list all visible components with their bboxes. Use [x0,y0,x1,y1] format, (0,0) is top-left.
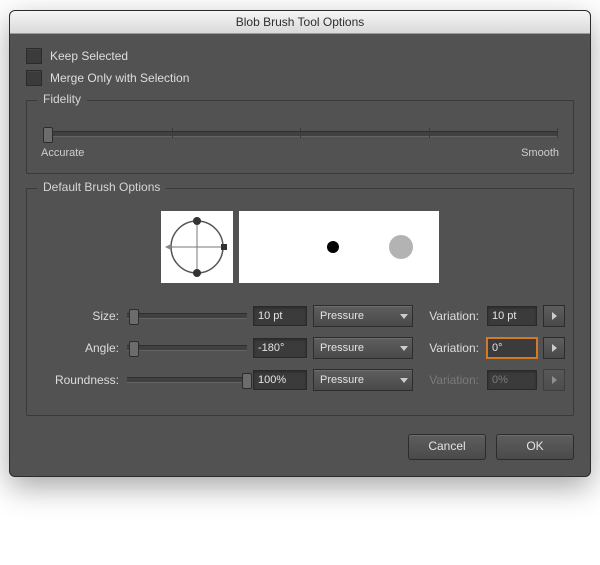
chevron-down-icon [400,378,408,383]
keep-selected-row: Keep Selected [26,48,574,64]
keep-selected-label: Keep Selected [50,49,128,63]
angle-variation-stepper[interactable] [543,337,565,359]
keep-selected-checkbox[interactable] [26,48,42,64]
dialog-content: Keep Selected Merge Only with Selection … [10,34,590,476]
roundness-variation-input: 0% [487,370,537,390]
angle-preview-graphic [165,215,229,279]
angle-control-value: Pressure [320,342,364,354]
roundness-variation-stepper [543,369,565,391]
fidelity-right-label: Smooth [521,147,559,159]
size-slider-thumb[interactable] [129,309,139,325]
fidelity-title: Fidelity [37,92,87,106]
shape-preview [239,211,439,283]
angle-variation-input[interactable]: 0° [487,338,537,358]
dialog-window: Blob Brush Tool Options Keep Selected Me… [9,10,591,477]
chevron-right-icon [552,376,557,384]
merge-only-label: Merge Only with Selection [50,71,189,85]
roundness-control-value: Pressure [320,374,364,386]
fidelity-thumb[interactable] [43,127,53,143]
angle-slider[interactable] [127,345,247,351]
roundness-control-dropdown[interactable]: Pressure [313,369,413,391]
roundness-label: Roundness: [41,373,121,387]
size-input[interactable]: 10 pt [253,306,307,326]
angle-slider-thumb[interactable] [129,341,139,357]
angle-label: Angle: [41,341,121,355]
merge-only-checkbox[interactable] [26,70,42,86]
title-bar: Blob Brush Tool Options [10,11,590,34]
brush-options-group: Default Brush Options [26,188,574,416]
angle-variation-label: Variation: [419,341,481,355]
size-control-dropdown[interactable]: Pressure [313,305,413,327]
chevron-right-icon [552,312,557,320]
size-variation-stepper[interactable] [543,305,565,327]
size-control-value: Pressure [320,310,364,322]
angle-preview[interactable] [161,211,233,283]
angle-row: Angle: -180° Pressure Variation: 0° [41,337,559,359]
angle-input[interactable]: -180° [253,338,307,358]
roundness-slider[interactable] [127,377,247,383]
roundness-row: Roundness: 100% Pressure Variation: 0% [41,369,559,391]
size-row: Size: 10 pt Pressure Variation: 10 pt [41,305,559,327]
size-variation-label: Variation: [419,309,481,323]
fidelity-left-label: Accurate [41,147,84,159]
max-size-dot [389,235,413,259]
size-slider[interactable] [127,313,247,319]
roundness-input[interactable]: 100% [253,370,307,390]
ok-button[interactable]: OK [496,434,574,460]
chevron-down-icon [400,346,408,351]
fidelity-labels: Accurate Smooth [41,147,559,159]
merge-only-row: Merge Only with Selection [26,70,574,86]
fidelity-slider[interactable] [43,131,557,137]
fidelity-ticks [43,128,557,140]
roundness-slider-thumb[interactable] [242,373,252,389]
brush-options-title: Default Brush Options [37,180,166,194]
brush-preview [41,211,559,283]
size-label: Size: [41,309,121,323]
cancel-button[interactable]: Cancel [408,434,486,460]
chevron-right-icon [552,344,557,352]
fidelity-group: Fidelity Accurate Smooth [26,100,574,174]
chevron-down-icon [400,314,408,319]
roundness-variation-label: Variation: [419,373,481,387]
window-title: Blob Brush Tool Options [236,15,365,29]
min-size-dot [327,241,339,253]
dialog-footer: Cancel OK [26,434,574,460]
size-variation-input[interactable]: 10 pt [487,306,537,326]
angle-control-dropdown[interactable]: Pressure [313,337,413,359]
